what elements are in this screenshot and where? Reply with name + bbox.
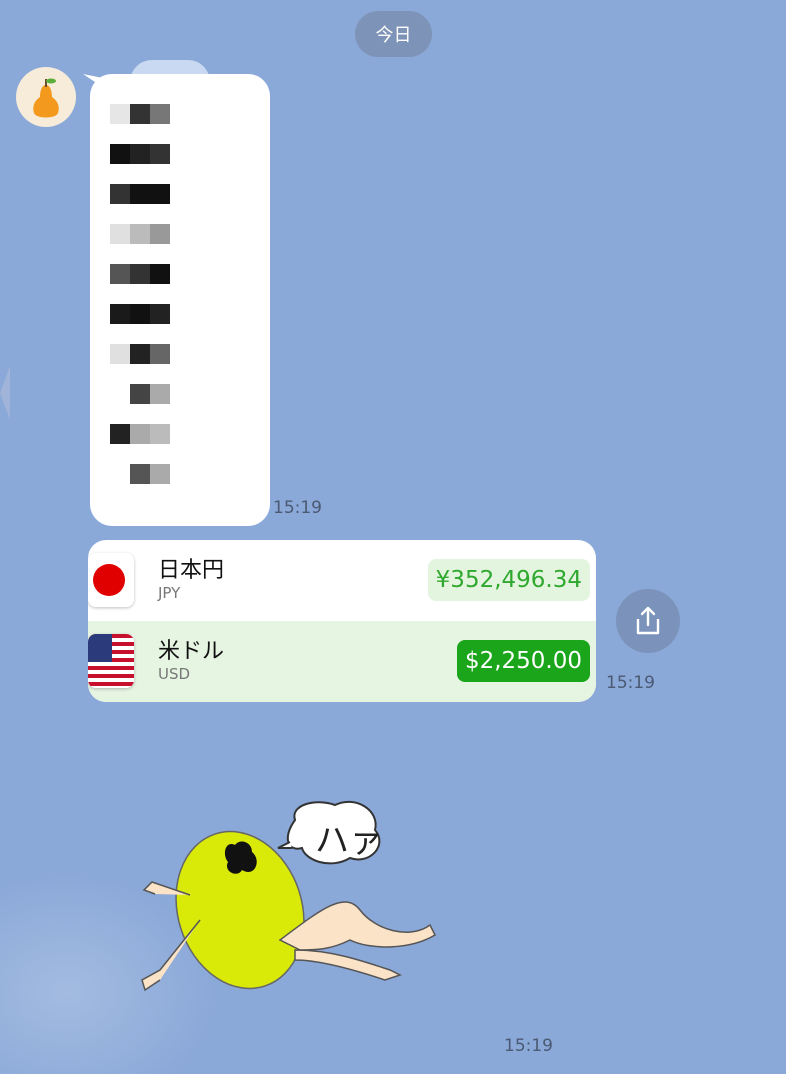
currency-row-jpy[interactable]: 日本円 JPY ¥352,496.34: [88, 540, 596, 621]
currency-name: 米ドル: [158, 639, 225, 664]
message-time: 15:19: [606, 673, 655, 693]
currency-amount-selected[interactable]: $2,250.00: [456, 640, 590, 682]
sticker-speech: ハァ: [315, 821, 383, 861]
edge-shape: [0, 366, 10, 420]
currency-row-usd[interactable]: 米ドル USD $2,250.00: [88, 621, 596, 702]
currency-code: JPY: [158, 584, 181, 602]
currency-name: 日本円: [158, 558, 225, 583]
pear-icon: [33, 78, 59, 118]
lemon-girl-sticker[interactable]: ハァ: [130, 800, 460, 1010]
redacted-message-bubble[interactable]: [90, 74, 270, 526]
message-time: 15:19: [504, 1036, 553, 1056]
share-button[interactable]: [616, 589, 680, 653]
sender-avatar[interactable]: [16, 67, 76, 127]
currency-amount[interactable]: ¥352,496.34: [427, 559, 590, 601]
us-flag-icon: [88, 634, 134, 688]
share-icon: [636, 606, 660, 635]
japan-flag-icon: [88, 553, 134, 607]
redaction-mosaic: [110, 104, 200, 504]
message-time: 15:19: [273, 498, 322, 518]
date-separator: 今日: [355, 11, 432, 57]
currency-code: USD: [158, 665, 191, 683]
currency-converter-card[interactable]: 日本円 JPY ¥352,496.34 米ドル USD $2,250.00: [88, 540, 596, 702]
